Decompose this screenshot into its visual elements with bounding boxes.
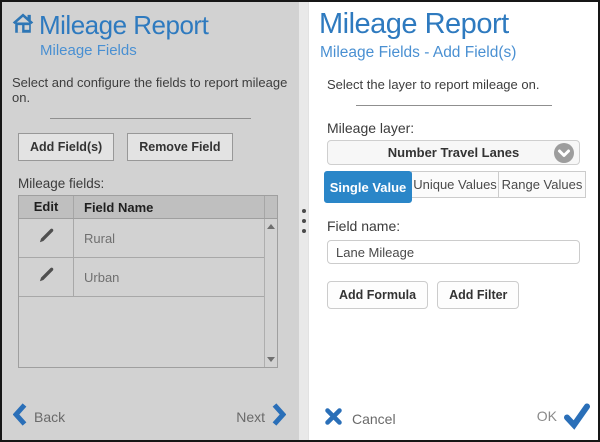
tab-range-values[interactable]: Range Values — [498, 171, 586, 198]
table-header-row: Edit Field Name — [19, 196, 277, 219]
field-name-cell: Urban — [74, 258, 264, 296]
left-button-row: Add Field(s) Remove Field — [18, 133, 299, 161]
right-button-row: Add Formula Add Filter — [327, 281, 598, 309]
mileage-layer-dropdown[interactable]: Number Travel Lanes — [327, 140, 580, 165]
add-filter-button[interactable]: Add Filter — [437, 281, 519, 309]
right-description: Select the layer to report mileage on. — [327, 77, 598, 92]
check-icon — [563, 402, 591, 435]
next-button[interactable]: Next — [236, 403, 286, 431]
add-fields-button[interactable]: Add Field(s) — [18, 133, 114, 161]
cancel-button[interactable]: Cancel — [325, 408, 396, 430]
page-subtitle: Mileage Fields - Add Field(s) — [320, 44, 598, 62]
back-label: Back — [34, 409, 65, 425]
mileage-report-window: Mileage Report Mileage Fields Select and… — [0, 0, 600, 442]
chevron-down-icon[interactable] — [554, 143, 574, 163]
left-title-row: Mileage Report — [10, 10, 299, 41]
pencil-icon — [38, 266, 55, 288]
field-name-cell: Rural — [74, 219, 264, 257]
right-divider — [356, 105, 552, 106]
left-divider — [50, 118, 251, 119]
next-label: Next — [236, 409, 265, 425]
pane-splitter[interactable] — [299, 2, 309, 440]
x-icon — [325, 408, 342, 430]
edit-row-button[interactable] — [19, 219, 74, 257]
table-row[interactable]: Urban — [19, 258, 264, 297]
field-name-input[interactable] — [327, 240, 580, 264]
scroll-up-icon[interactable] — [267, 224, 275, 229]
scrollbar-header-cell — [264, 196, 277, 218]
add-field-panel: Mileage Report Mileage Fields - Add Fiel… — [310, 2, 598, 440]
left-description: Select and configure the fields to repor… — [12, 75, 291, 105]
edit-column-header: Edit — [19, 196, 74, 218]
table-scrollbar[interactable] — [264, 219, 277, 367]
add-formula-button[interactable]: Add Formula — [327, 281, 428, 309]
mileage-layer-label: Mileage layer: — [327, 120, 598, 136]
mileage-fields-table: Edit Field Name Rural — [18, 195, 278, 368]
field-name-label: Field name: — [327, 218, 598, 234]
pencil-icon — [38, 227, 55, 249]
field-name-column-header: Field Name — [74, 200, 264, 215]
chevron-right-icon — [272, 403, 286, 431]
tab-unique-values[interactable]: Unique Values — [411, 171, 499, 198]
tab-single-value[interactable]: Single Value — [324, 171, 412, 203]
mileage-fields-label: Mileage fields: — [18, 176, 299, 191]
mileage-layer-value: Number Travel Lanes — [388, 145, 520, 160]
page-title: Mileage Report — [39, 10, 208, 41]
table-body: Rural Urban — [19, 219, 277, 367]
ok-button[interactable]: OK — [537, 402, 591, 435]
edit-row-button[interactable] — [19, 258, 74, 296]
ok-label: OK — [537, 408, 557, 424]
value-type-tabs: Single Value Unique Values Range Values — [324, 171, 598, 204]
grip-dots-icon — [302, 209, 306, 233]
chevron-left-icon — [13, 403, 27, 431]
cancel-label: Cancel — [352, 411, 396, 427]
back-button[interactable]: Back — [13, 403, 65, 431]
table-row[interactable]: Rural — [19, 219, 264, 258]
page-title: Mileage Report — [319, 8, 598, 41]
scroll-down-icon[interactable] — [267, 357, 275, 362]
mileage-fields-panel: Mileage Report Mileage Fields Select and… — [2, 2, 299, 440]
remove-field-button[interactable]: Remove Field — [127, 133, 232, 161]
home-icon[interactable] — [10, 10, 36, 41]
page-subtitle: Mileage Fields — [40, 42, 299, 59]
